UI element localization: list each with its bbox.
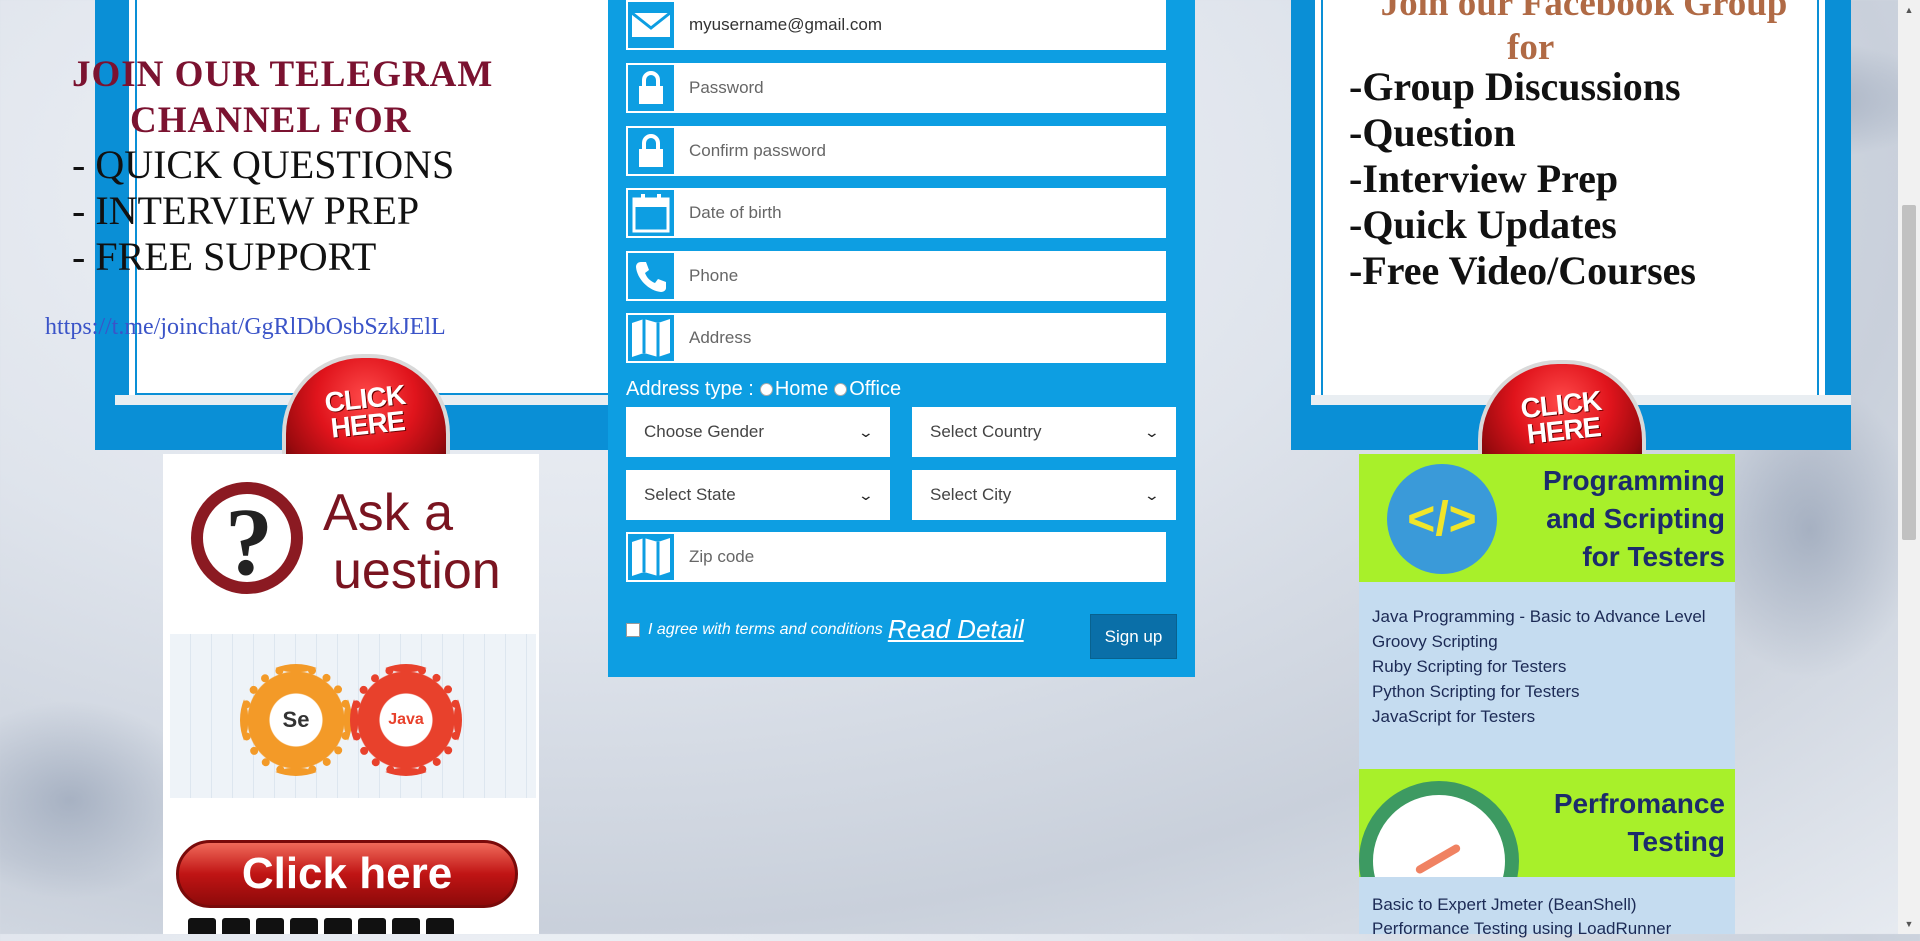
ask-question-text: Ask a uestion [323, 484, 501, 600]
telegram-list: - QUICK QUESTIONS - INTERVIEW PREP - FRE… [72, 142, 454, 280]
home-label[interactable]: Home [775, 378, 828, 401]
zip-field[interactable] [626, 532, 1166, 582]
address-field[interactable] [626, 313, 1166, 363]
chevron-down-icon: ⌄ [1143, 486, 1161, 503]
address-type: Address type : Home Office [626, 378, 901, 401]
facebook-title-line1: Join our Facebook Group [1380, 0, 1788, 24]
facebook-item: -Quick Updates [1349, 202, 1617, 247]
telegram-item: - INTERVIEW PREP [72, 188, 420, 233]
scroll-down-arrow-icon[interactable]: ▼ [1898, 914, 1920, 934]
address-type-label: Address type : [626, 378, 754, 400]
course-link[interactable]: JavaScript for Testers [1372, 704, 1706, 729]
course-link[interactable]: Java Programming - Basic to Advance Leve… [1372, 604, 1706, 629]
performance-ad[interactable]: Perfromance Testing Basic to Expert Jmet… [1359, 769, 1735, 938]
click-here-label: CLICK HERE [1518, 384, 1603, 450]
terms-label: I agree with terms and conditions [648, 620, 883, 638]
city-select[interactable]: Select City ⌄ [912, 470, 1176, 520]
dob-field[interactable] [626, 188, 1166, 238]
course-link[interactable]: Basic to Expert Jmeter (BeanShell) [1372, 893, 1671, 917]
course-link[interactable]: Ruby Scripting for Testers [1372, 654, 1706, 679]
read-detail-link[interactable]: Read Detail [888, 614, 1024, 645]
click-here-label: CLICK HERE [322, 378, 407, 444]
zip-input[interactable] [676, 532, 1164, 582]
calendar-icon [626, 188, 676, 238]
phone-input[interactable] [676, 251, 1164, 301]
programming-ad-header: </> Programming and Scripting for Tester… [1359, 454, 1735, 582]
scrollbar-thumb[interactable] [1902, 205, 1916, 540]
scroll-up-arrow-icon[interactable]: ▲ [1898, 0, 1920, 20]
lock-icon [626, 63, 676, 113]
performance-ad-header: Perfromance Testing [1359, 769, 1735, 877]
country-select-value: Select Country [930, 422, 1042, 441]
confirm-password-field[interactable] [626, 126, 1166, 176]
selenium-gear-icon: Se [240, 664, 352, 776]
speedometer-icon [1359, 781, 1519, 877]
telegram-link[interactable]: https://t.me/joinchat/GgRlDbOsbSzkJElL [45, 314, 446, 341]
telegram-title-line2: CHANNEL FOR [130, 100, 412, 141]
confirm-password-input[interactable] [676, 126, 1164, 176]
click-here-button[interactable]: Click here [176, 840, 518, 908]
selenium-java-image[interactable]: Se Java [170, 634, 536, 798]
facebook-item: -Question [1349, 110, 1516, 155]
cropped-ad-text [188, 918, 508, 934]
page-scrollbar[interactable]: ▲ ▼ [1898, 0, 1920, 934]
ask-line1: Ask a [323, 484, 454, 542]
telegram-title-line1: JOIN OUR TELEGRAM [72, 54, 494, 95]
facebook-title: Join our Facebook Group for [1349, 0, 1819, 70]
facebook-item: -Group Discussions [1349, 64, 1681, 109]
map-icon [626, 532, 676, 582]
facebook-item: -Free Video/Courses [1349, 248, 1696, 293]
facebook-list: -Group Discussions -Question -Interview … [1349, 64, 1696, 294]
email-field[interactable] [626, 0, 1166, 50]
country-select[interactable]: Select Country ⌄ [912, 407, 1176, 457]
ask-question-logo: ? Ask a uestion [173, 462, 533, 607]
office-label[interactable]: Office [849, 378, 901, 401]
course-link[interactable]: Python Scripting for Testers [1372, 679, 1706, 704]
state-select[interactable]: Select State ⌄ [626, 470, 890, 520]
dob-input[interactable] [676, 188, 1164, 238]
chevron-down-icon: ⌄ [857, 486, 875, 503]
password-field[interactable] [626, 63, 1166, 113]
telegram-item: - FREE SUPPORT [72, 234, 377, 279]
ask-line2: uestion [333, 542, 501, 600]
telegram-item: - QUICK QUESTIONS [72, 142, 455, 187]
java-gear-icon: Java [350, 664, 462, 776]
home-radio[interactable] [759, 383, 773, 396]
programming-ad-title: Programming and Scripting for Testers [1542, 465, 1725, 572]
gender-select[interactable]: Choose Gender ⌄ [626, 407, 890, 457]
gender-select-value: Choose Gender [644, 422, 765, 441]
signup-button[interactable]: Sign up [1090, 614, 1177, 659]
telegram-title: JOIN OUR TELEGRAM CHANNEL FOR [72, 52, 532, 144]
registration-form: Address type : Home Office Choose Gender… [608, 0, 1195, 677]
terms-checkbox[interactable] [626, 622, 640, 637]
facebook-item: -Interview Prep [1349, 156, 1619, 201]
phone-field[interactable] [626, 251, 1166, 301]
code-icon: </> [1387, 464, 1497, 574]
chevron-down-icon: ⌄ [857, 423, 875, 440]
course-link[interactable]: Performance Testing using LoadRunner [1372, 917, 1671, 941]
state-select-value: Select State [644, 485, 736, 504]
terms-agreement: I agree with terms and conditions Read D… [626, 614, 1024, 645]
course-link[interactable]: Groovy Scripting [1372, 629, 1706, 654]
city-select-value: Select City [930, 485, 1012, 504]
programming-course-list: Java Programming - Basic to Advance Leve… [1372, 604, 1706, 729]
lock-icon [626, 126, 676, 176]
map-icon [626, 313, 676, 363]
envelope-icon [626, 0, 676, 50]
performance-ad-title: Perfromance Testing [1553, 788, 1725, 857]
chevron-down-icon: ⌄ [1143, 423, 1161, 440]
phone-icon [626, 251, 676, 301]
email-input[interactable] [676, 0, 1164, 50]
question-mark-icon: ? [191, 482, 303, 595]
office-radio[interactable] [834, 383, 848, 396]
programming-ad[interactable]: </> Programming and Scripting for Tester… [1359, 454, 1735, 769]
password-input[interactable] [676, 63, 1164, 113]
address-input[interactable] [676, 313, 1164, 363]
